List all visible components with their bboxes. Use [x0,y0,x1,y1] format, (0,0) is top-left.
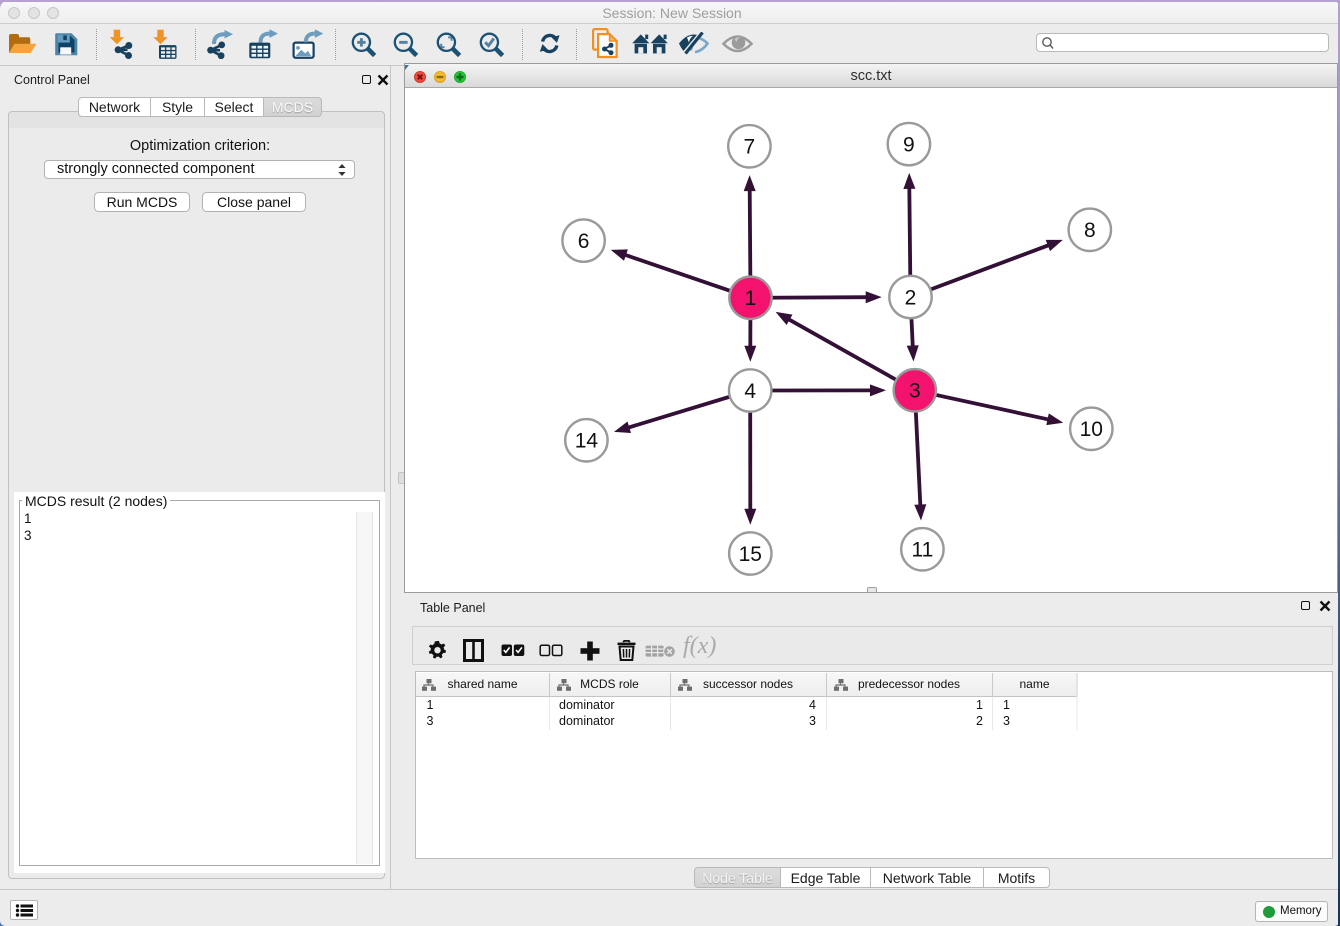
svg-text:15: 15 [739,543,762,566]
svg-text:9: 9 [903,133,915,156]
svg-text:11: 11 [911,539,933,562]
svg-text:8: 8 [1084,219,1096,242]
svg-text:6: 6 [578,230,590,253]
svg-text:7: 7 [744,136,756,159]
svg-text:1: 1 [745,287,757,310]
svg-text:3: 3 [909,380,921,403]
svg-text:14: 14 [575,430,599,453]
svg-text:2: 2 [905,286,917,309]
svg-text:4: 4 [744,380,756,403]
svg-text:10: 10 [1080,418,1103,441]
